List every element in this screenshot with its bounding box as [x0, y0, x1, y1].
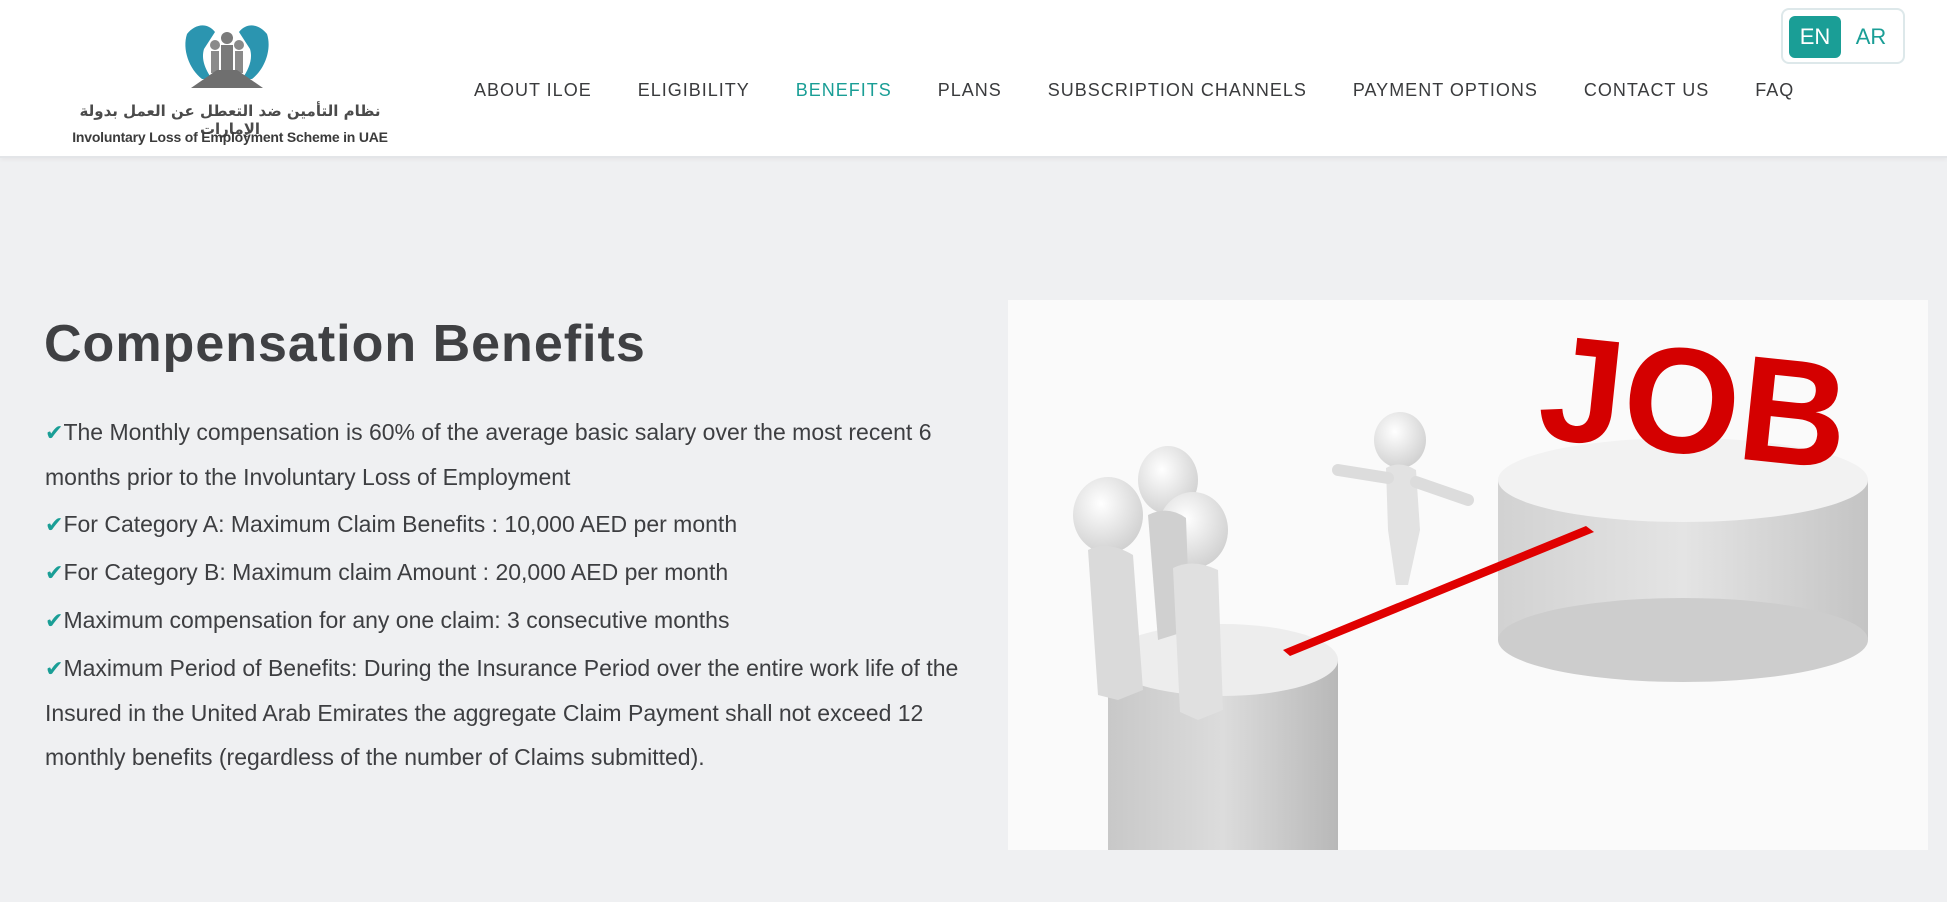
iloe-logo[interactable]: نظام التأمين ضد التعطل عن العمل بدولة ال…: [60, 12, 400, 152]
nav-about-iloe[interactable]: ABOUT ILOE: [474, 80, 592, 101]
language-en-button[interactable]: EN: [1789, 16, 1841, 58]
logo-english-text: Involuntary Loss of Employment Scheme in…: [72, 129, 388, 145]
check-icon: ✔: [45, 560, 64, 585]
hands-people-logo-icon: [185, 25, 269, 88]
benefit-text: For Category A: Maximum Claim Benefits :…: [63, 511, 738, 537]
site-header: نظام التأمين ضد التعطل عن العمل بدولة ال…: [0, 0, 1947, 158]
benefit-item: ✔Maximum compensation for any one claim:…: [45, 598, 965, 643]
nav-faq[interactable]: FAQ: [1755, 80, 1794, 101]
job-text: JOB: [1532, 302, 1856, 501]
benefit-item: ✔The Monthly compensation is 60% of the …: [45, 410, 965, 499]
page-title: Compensation Benefits: [44, 315, 646, 373]
check-icon: ✔: [45, 512, 64, 537]
check-icon: ✔: [45, 420, 64, 445]
nav-eligibility[interactable]: ELIGIBILITY: [638, 80, 750, 101]
benefit-text: The Monthly compensation is 60% of the a…: [45, 419, 932, 490]
language-switcher: EN AR: [1781, 8, 1905, 64]
benefit-item: ✔For Category A: Maximum Claim Benefits …: [45, 502, 965, 547]
benefit-text: For Category B: Maximum claim Amount : 2…: [63, 559, 729, 585]
nav-contact-us[interactable]: CONTACT US: [1584, 80, 1709, 101]
nav-subscription-channels[interactable]: SUBSCRIPTION CHANNELS: [1048, 80, 1307, 101]
job-bridge-illustration: JOB: [1008, 300, 1928, 850]
job-illustration-image: JOB: [1008, 300, 1928, 850]
benefit-item: ✔Maximum Period of Benefits: During the …: [45, 646, 965, 779]
benefits-list: ✔The Monthly compensation is 60% of the …: [45, 410, 965, 782]
benefit-text: Maximum Period of Benefits: During the I…: [45, 655, 959, 770]
main-nav: ABOUT ILOE ELIGIBILITY BENEFITS PLANS SU…: [474, 80, 1794, 101]
nav-payment-options[interactable]: PAYMENT OPTIONS: [1353, 80, 1538, 101]
nav-plans[interactable]: PLANS: [938, 80, 1002, 101]
nav-benefits[interactable]: BENEFITS: [796, 80, 892, 101]
benefit-item: ✔For Category B: Maximum claim Amount : …: [45, 550, 965, 595]
check-icon: ✔: [45, 656, 64, 681]
benefit-text: Maximum compensation for any one claim: …: [63, 607, 730, 633]
check-icon: ✔: [45, 608, 64, 633]
language-ar-button[interactable]: AR: [1845, 16, 1897, 58]
